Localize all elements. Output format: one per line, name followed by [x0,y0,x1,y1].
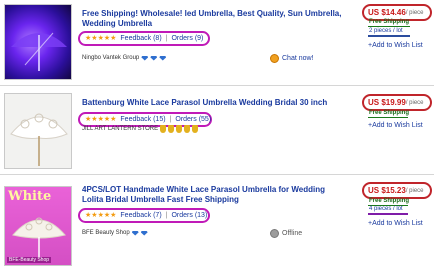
rating-stars: ★ ★ ★ ★ ★ [85,35,116,43]
add-to-wishlist-link[interactable]: +Add to Wish List [368,122,423,129]
product-image[interactable] [4,4,72,80]
free-shipping-label: Free Shipping [369,110,410,116]
product-image[interactable]: White BFE-Beauty Shop [4,186,72,266]
umbrella-image-icon [11,32,67,71]
product-image[interactable] [4,93,72,169]
diamond-icon [131,230,139,236]
separator: | [165,212,168,219]
free-shipping-label: Free Shipping [369,19,410,25]
star-icon: ★ [110,115,117,123]
divider [0,85,434,86]
chat-now-button[interactable]: Chat now! [270,54,314,63]
product-listing: Battenburg White Lace Parasol Umbrella W… [0,89,434,173]
medal-icon [184,125,191,133]
image-caption: White [8,189,52,204]
product-title-link[interactable]: Battenburg White Lace Parasol Umbrella W… [82,98,342,108]
product-title-link[interactable]: 4PCS/LOT Handmade White Lace Parasol Umb… [82,185,342,205]
rating-row: ★ ★ ★ ★ ★ Feedback (7) | Orders (13) [78,208,210,223]
lace-parasol-image-icon [10,113,68,166]
product-title-link[interactable]: Free Shipping! Wholesale! led Umbrella, … [82,9,342,29]
product-listing: White BFE-Beauty Shop 4PCS/LOT Handmade … [0,178,434,266]
feedback-link[interactable]: Feedback (7) [120,212,161,219]
price-highlight: US $19.99/ piece [362,94,432,111]
medal-icon [168,125,175,133]
lot-underline [368,35,410,37]
seller-name-link[interactable]: Ningbo Vantek Group [82,55,139,61]
orders-link[interactable]: Orders (9) [171,35,203,42]
chat-label: Chat now! [282,55,314,62]
diamond-icon [150,55,158,61]
image-brand-tag: BFE-Beauty Shop [7,257,52,263]
price: US $14.46 [368,8,406,17]
lot-size: 2 pieces / lot [369,28,403,34]
product-listing: Free Shipping! Wholesale! led Umbrella, … [0,0,434,84]
price-highlight: US $15.23/ piece [362,182,432,199]
medal-icon [160,125,167,133]
separator: | [169,116,172,123]
offline-status: Offline [270,229,302,238]
seller-info: BFE Beauty Shop [82,230,148,236]
shipping-underline [368,26,410,27]
seller-name-link[interactable]: JILL ART LANTERN STORE [82,126,158,132]
price: US $15.23 [368,186,406,195]
price-unit: / piece [405,99,424,106]
seller-info: JILL ART LANTERN STORE [82,125,199,133]
seller-name-link[interactable]: BFE Beauty Shop [82,230,130,236]
add-to-wishlist-link[interactable]: +Add to Wish List [368,220,423,227]
rating-row: ★ ★ ★ ★ ★ Feedback (8) | Orders (9) [78,31,210,46]
price-unit: / piece [405,9,424,16]
orders-link[interactable]: Orders (55) [175,116,211,123]
diamond-icon [159,55,167,61]
seller-info: Ningbo Vantek Group [82,55,167,61]
offline-label: Offline [282,230,303,237]
free-shipping-label: Free Shipping [369,198,410,204]
lot-size: 4 pieces / lot [369,206,403,212]
shipping-underline [368,117,408,118]
star-icon: ★ [110,211,117,219]
lot-underline [368,213,408,215]
diamond-icon [140,230,148,236]
rating-stars: ★ ★ ★ ★ ★ [85,116,116,124]
medal-icon [176,125,183,133]
chat-icon [270,54,279,63]
offline-icon [270,229,279,238]
star-icon: ★ [110,34,117,42]
add-to-wishlist-link[interactable]: +Add to Wish List [368,42,423,49]
separator: | [165,35,168,42]
price-unit: / piece [405,187,424,194]
price: US $19.99 [368,98,406,107]
feedback-link[interactable]: Feedback (8) [120,35,161,42]
divider [0,174,434,175]
rating-stars: ★ ★ ★ ★ ★ [85,212,116,220]
medal-icon [192,125,199,133]
orders-link[interactable]: Orders (13) [171,212,207,219]
diamond-icon [141,55,149,61]
feedback-link[interactable]: Feedback (15) [120,116,165,123]
